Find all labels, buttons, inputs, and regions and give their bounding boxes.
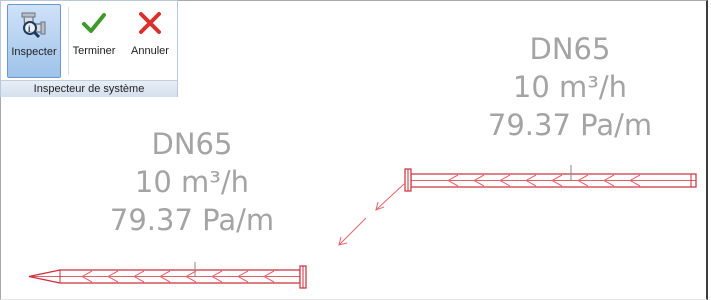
pipe-segment-left[interactable] bbox=[28, 262, 307, 289]
pipe-size-label: DN65 bbox=[151, 127, 233, 161]
panel-title: Inspecteur de système bbox=[1, 80, 177, 97]
svg-text:i: i bbox=[28, 24, 31, 34]
flow-rate-label: 10 m³/h bbox=[134, 165, 250, 199]
check-icon bbox=[81, 10, 107, 39]
system-inspector-panel: i Inspecter Terminer Annuler Inspecteur … bbox=[0, 0, 178, 97]
pipe-segment-right[interactable] bbox=[404, 165, 697, 192]
panel-body: i Inspecter Terminer Annuler bbox=[1, 1, 177, 80]
cancel-label: Annuler bbox=[131, 45, 169, 57]
finish-label: Terminer bbox=[72, 45, 116, 57]
pressure-drop-label: 79.37 Pa/m bbox=[487, 108, 653, 142]
pipe-tag-left[interactable]: DN65 10 m³/h 79.37 Pa/m bbox=[72, 125, 312, 239]
flow-rate-label: 10 m³/h bbox=[512, 70, 628, 104]
finish-button[interactable]: Terminer bbox=[72, 4, 116, 78]
inspect-label: Inspecter bbox=[11, 46, 57, 58]
inspect-button[interactable]: i Inspecter bbox=[7, 4, 61, 78]
pipe-tag-right[interactable]: DN65 10 m³/h 79.37 Pa/m bbox=[450, 30, 690, 144]
pressure-drop-label: 79.37 Pa/m bbox=[109, 203, 275, 237]
cancel-button[interactable]: Annuler bbox=[128, 4, 172, 78]
flow-connector-arrows bbox=[338, 183, 405, 246]
ribbon-separator bbox=[68, 7, 69, 75]
pipe-size-label: DN65 bbox=[529, 32, 611, 66]
pipe-inspect-icon: i bbox=[19, 11, 49, 44]
x-icon bbox=[137, 10, 163, 39]
